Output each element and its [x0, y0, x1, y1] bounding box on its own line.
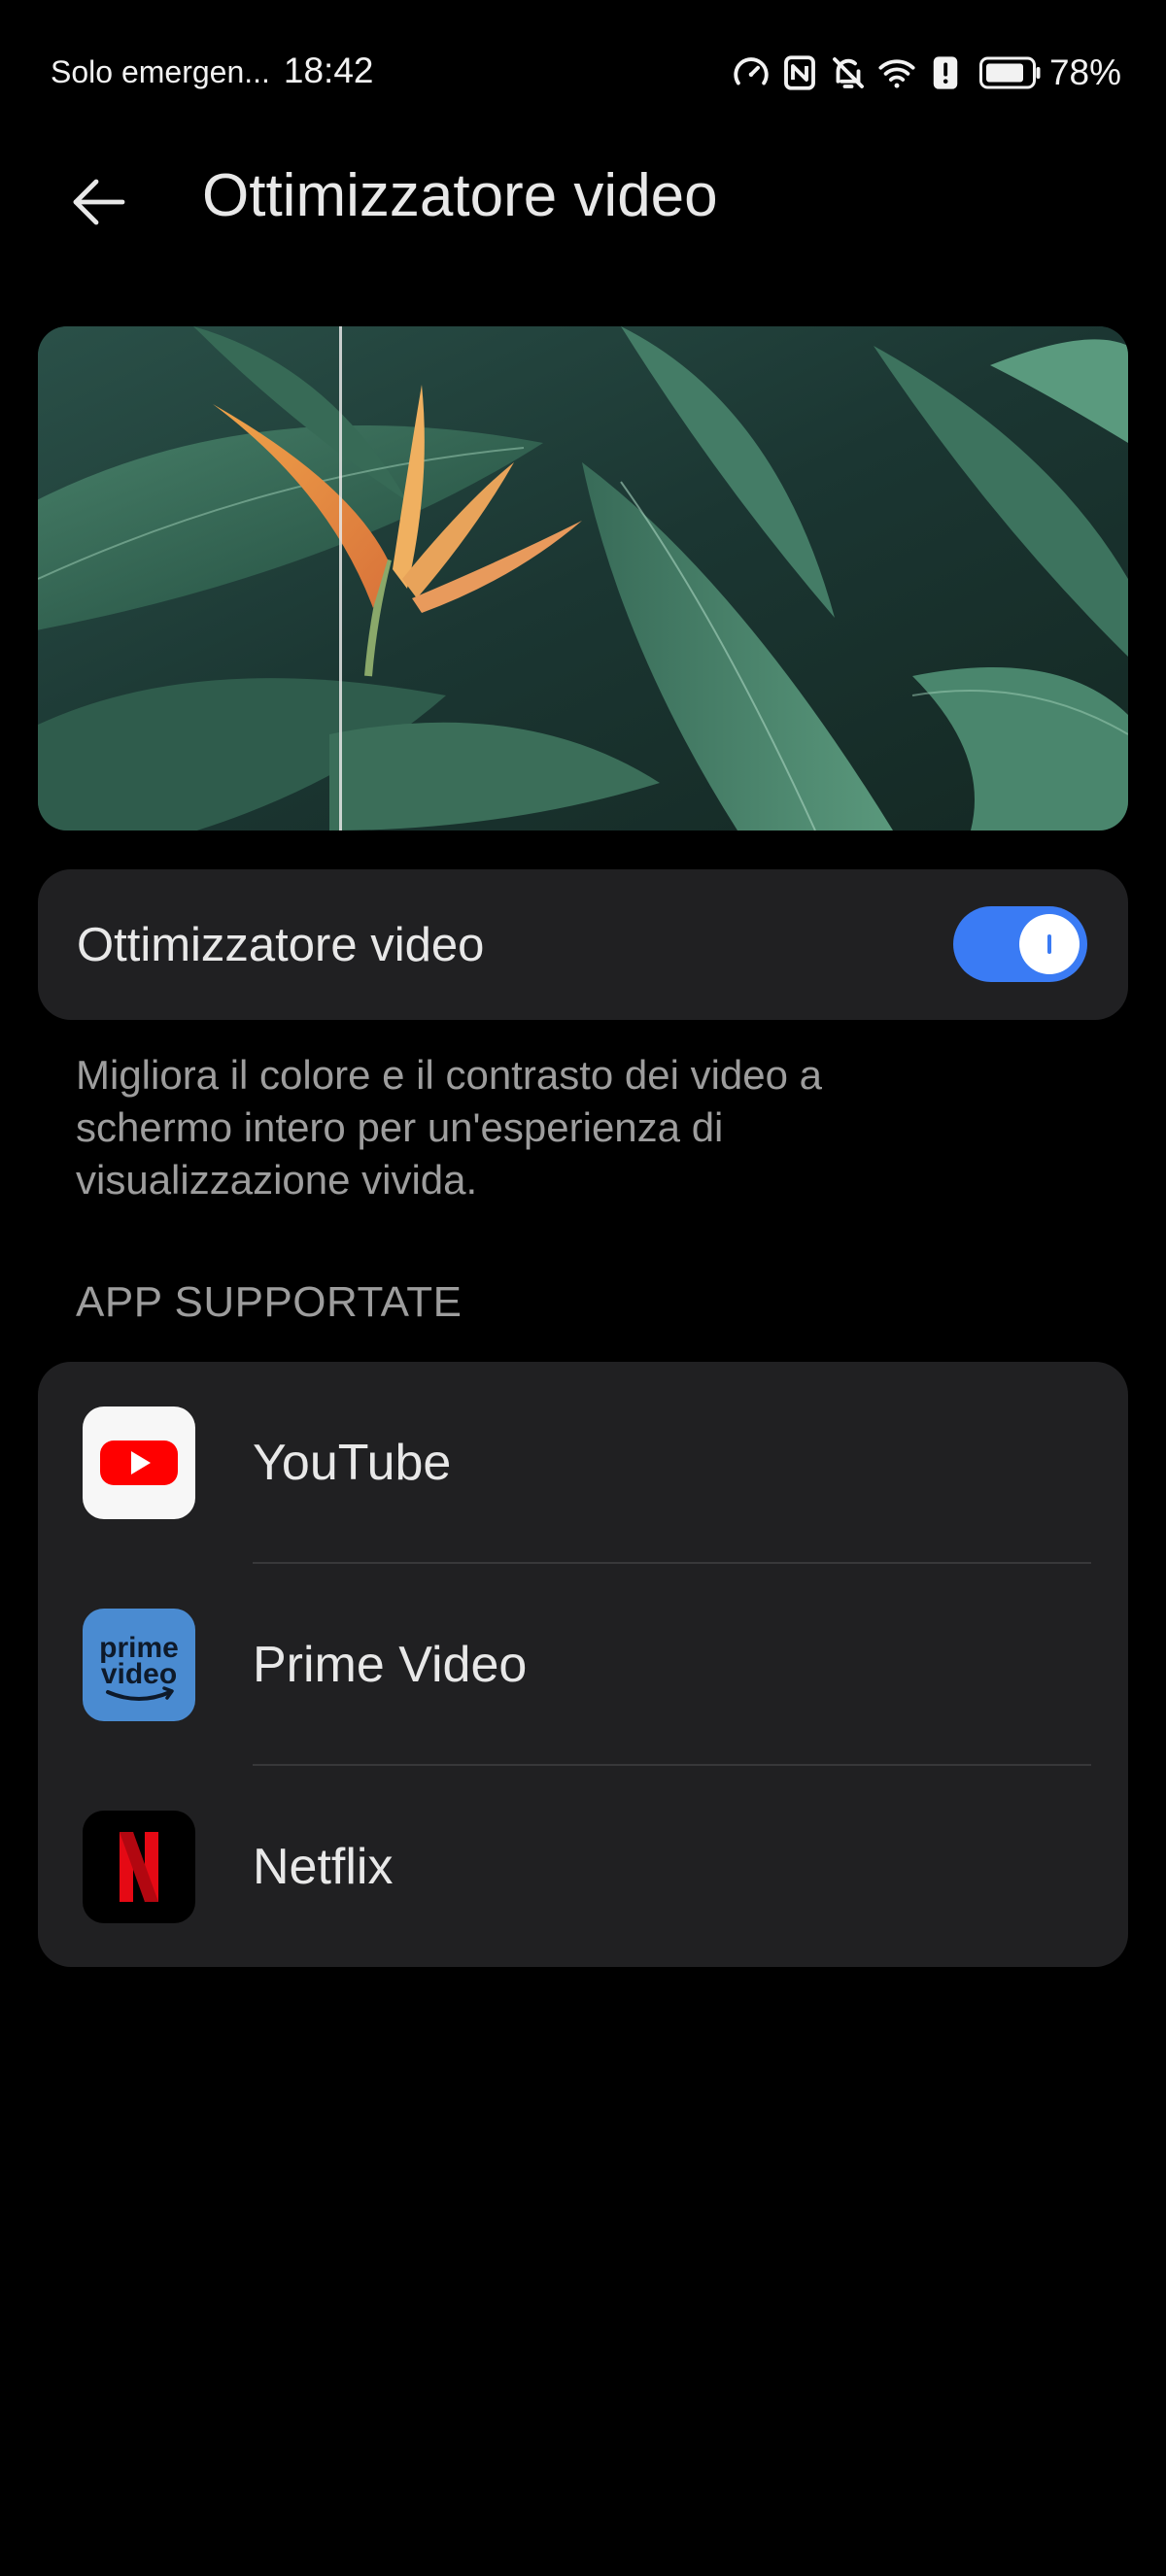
back-arrow-icon	[73, 179, 125, 225]
wifi-icon	[876, 52, 917, 93]
app-name: YouTube	[253, 1435, 452, 1491]
back-button[interactable]	[64, 163, 161, 241]
status-bar: Solo emergen... 18:42 78%	[0, 39, 1166, 109]
status-time: 18:42	[283, 51, 374, 90]
feature-description: Migliora il colore e il contrasto dei vi…	[76, 1052, 823, 1203]
status-left: Solo emergen... 18:42	[51, 51, 374, 91]
app-name: Prime Video	[253, 1637, 528, 1693]
supported-apps-header: APP SUPPORTATE	[76, 1278, 463, 1326]
screen: Solo emergen... 18:42 78% Ottimizzatore …	[0, 0, 1166, 2576]
battery-icon	[978, 56, 1042, 89]
video-optimizer-toggle[interactable]	[953, 906, 1087, 982]
preview-image	[38, 326, 1128, 830]
video-optimizer-label: Ottimizzatore video	[77, 919, 485, 971]
prime-video-icon: prime video	[83, 1609, 195, 1721]
bell-muted-icon	[828, 52, 869, 93]
app-row-netflix[interactable]: Netflix	[38, 1766, 1128, 1967]
youtube-icon	[83, 1407, 195, 1519]
app-header: Ottimizzatore video	[0, 153, 1166, 247]
supported-apps-list: YouTube prime video Prime Video Netflix	[38, 1362, 1128, 1967]
app-name: Netflix	[253, 1839, 394, 1895]
nfc-icon	[779, 52, 820, 93]
prime-icon-line2: video	[101, 1658, 177, 1690]
page-title: Ottimizzatore video	[202, 162, 718, 229]
speed-icon	[731, 52, 772, 93]
app-row-youtube[interactable]: YouTube	[38, 1362, 1128, 1564]
status-right: 78%	[723, 52, 1121, 93]
toggle-knob	[1019, 914, 1080, 974]
app-row-prime-video[interactable]: prime video Prime Video	[38, 1564, 1128, 1766]
netflix-icon	[83, 1811, 195, 1923]
alert-icon	[925, 52, 966, 93]
battery-percent: 78%	[1048, 52, 1121, 92]
carrier-label: Solo emergen...	[51, 54, 270, 89]
video-optimizer-card: Ottimizzatore video	[38, 869, 1128, 1020]
